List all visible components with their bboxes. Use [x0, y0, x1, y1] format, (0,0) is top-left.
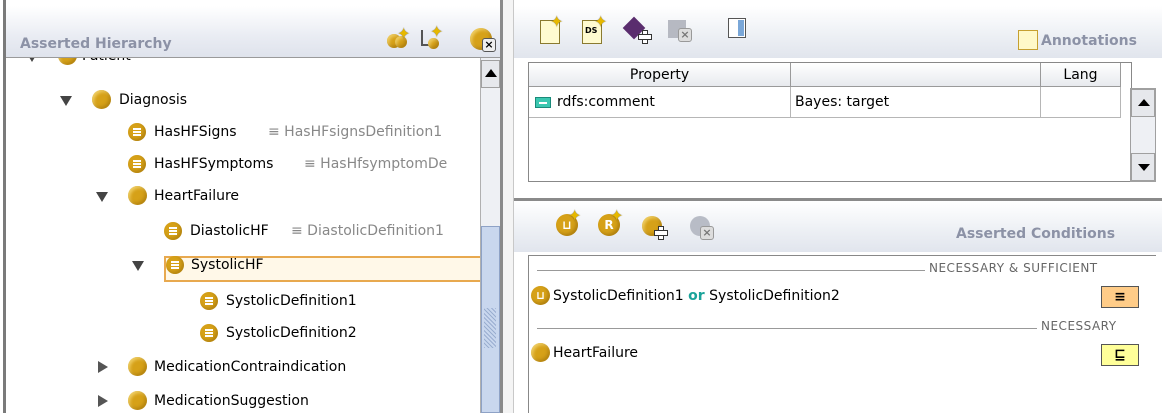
condition-operand-left: HeartFailure	[553, 345, 639, 361]
tree-row-medicationcontraindication[interactable]: MedicationContraindication	[6, 355, 480, 379]
tree-row-hashfsymptoms[interactable]: HasHFSymptoms ≡ HasHfsymptomDe	[6, 152, 480, 176]
equivalent-class-text: ≡ HasHFsignsDefinition1	[268, 124, 443, 140]
tree-label: HasHFSymptoms	[154, 156, 274, 172]
tree-label: SystolicDefinition2	[226, 325, 357, 341]
expand-toggle-icon[interactable]	[26, 58, 38, 62]
asserted-hierarchy-title: Asserted Hierarchy	[20, 36, 172, 52]
expand-toggle-icon[interactable]	[96, 192, 108, 202]
delete-class-icon[interactable]: ×	[470, 28, 498, 54]
defined-class-icon	[128, 123, 146, 141]
collapsed-toggle-icon[interactable]	[98, 395, 108, 407]
class-icon	[128, 391, 147, 410]
subclass-badge[interactable]: ⊑	[1101, 344, 1139, 366]
condition-row-union[interactable]: ⊔ SystolicDefinition1 or SystolicDefinit…	[529, 284, 1155, 308]
annotation-property-icon	[535, 97, 551, 108]
tree-label: MedicationContraindication	[154, 359, 347, 375]
add-named-class-icon[interactable]	[642, 212, 672, 242]
defined-class-icon	[166, 256, 184, 274]
tree-row-heartfailure[interactable]: HeartFailure	[6, 184, 480, 208]
tree-label: Diagnosis	[119, 92, 188, 108]
remove-condition-icon[interactable]: ×	[690, 212, 718, 242]
condition-operand-left: SystolicDefinition1	[553, 288, 684, 304]
tree-row-diagnosis[interactable]: Diagnosis	[6, 88, 480, 112]
union-class-icon: ⊔	[531, 286, 550, 305]
equivalent-badge[interactable]: ≡	[1101, 286, 1139, 308]
create-union-icon[interactable]: ⊔ ✦	[556, 208, 586, 238]
annotations-scroll-down-button[interactable]	[1131, 153, 1155, 181]
collapsed-toggle-icon[interactable]	[98, 361, 108, 373]
annotations-table: Property Lang rdfs:comment Bayes: target	[528, 62, 1132, 182]
defined-class-icon	[128, 155, 146, 173]
class-icon	[92, 90, 111, 109]
annotations-title: Annotations	[1041, 33, 1137, 49]
tree-label: MedicationSuggestion	[154, 393, 309, 409]
section-label-necessary-sufficient: NECESSARY & SUFFICIENT	[929, 261, 1098, 275]
annotation-lang-cell[interactable]	[1041, 87, 1121, 118]
column-header-value[interactable]	[791, 63, 1041, 87]
annotations-icon	[1018, 30, 1038, 50]
add-sibling-class-icon[interactable]: ✦	[418, 24, 444, 50]
defined-class-icon	[164, 222, 182, 240]
section-separator	[537, 328, 1037, 329]
add-resource-icon[interactable]	[622, 14, 654, 46]
annotation-property-cell[interactable]: rdfs:comment	[529, 87, 791, 118]
section-label-necessary: NECESSARY	[1041, 319, 1117, 333]
condition-row-heartfailure[interactable]: HeartFailure	[529, 341, 1155, 365]
column-header-property[interactable]: Property	[529, 63, 791, 87]
tree-row-diastolichf[interactable]: DiastolicHF ≡ DiastolicDefinition1	[6, 219, 480, 243]
tree-row-medicationsuggestion[interactable]: MedicationSuggestion	[6, 389, 480, 413]
annotation-value-cell[interactable]: Bayes: target	[791, 87, 1041, 118]
scroll-grip-icon	[484, 308, 496, 348]
conditions-list: NECESSARY & SUFFICIENT ⊔ SystolicDefinit…	[528, 255, 1156, 413]
view-icon[interactable]	[728, 18, 748, 40]
tree-label: HeartFailure	[154, 188, 240, 204]
condition-expression: SystolicDefinition1 or SystolicDefinitio…	[553, 284, 840, 308]
annotation-property-text: rdfs:comment	[557, 94, 655, 110]
new-datatype-annotation-icon[interactable]: DS ✦	[582, 14, 612, 44]
asserted-conditions-title: Asserted Conditions	[956, 226, 1116, 242]
delete-annotation-icon[interactable]: ×	[668, 16, 694, 44]
defined-class-icon	[200, 324, 218, 342]
tree-row-systolichf[interactable]: SystolicHF	[6, 253, 480, 277]
tree-row-systolicdefinition2[interactable]: SystolicDefinition2	[6, 321, 480, 345]
condition-operand-right: SystolicDefinition2	[709, 288, 840, 304]
class-tree[interactable]: Patient Diagnosis HasHFSigns ≡ HasHFsign…	[6, 58, 480, 413]
class-icon	[128, 186, 147, 205]
class-icon	[58, 58, 77, 65]
tree-label: HasHFSigns	[154, 124, 237, 140]
tree-label: SystolicHF	[191, 257, 264, 273]
tree-row-hashfsigns[interactable]: HasHFSigns ≡ HasHFsignsDefinition1	[6, 120, 480, 144]
tree-label: SystolicDefinition1	[226, 293, 357, 309]
tree-label: DiastolicHF	[190, 223, 269, 239]
class-icon	[531, 343, 550, 362]
expand-toggle-icon[interactable]	[60, 96, 72, 106]
split-pane-divider[interactable]	[500, 0, 514, 413]
add-subclass-icon[interactable]: ✦	[385, 26, 411, 50]
expand-toggle-icon[interactable]	[132, 261, 144, 271]
tree-label: Patient	[82, 58, 131, 68]
defined-class-icon	[200, 292, 218, 310]
equivalent-class-text: ≡ DiastolicDefinition1	[291, 223, 444, 239]
new-annotation-icon[interactable]: ✦	[540, 14, 568, 44]
column-header-lang[interactable]: Lang	[1041, 63, 1121, 87]
create-restriction-icon[interactable]: R ✦	[598, 208, 628, 238]
scroll-up-button[interactable]	[481, 60, 500, 88]
class-icon	[128, 357, 147, 376]
equivalent-class-text: ≡ HasHfsymptomDe	[304, 156, 448, 172]
tree-row-systolicdefinition1[interactable]: SystolicDefinition1	[6, 289, 480, 313]
or-keyword: or	[688, 288, 705, 304]
annotations-scroll-up-button[interactable]	[1131, 89, 1155, 117]
tree-row-patient[interactable]: Patient	[6, 58, 480, 68]
section-separator	[537, 270, 925, 271]
